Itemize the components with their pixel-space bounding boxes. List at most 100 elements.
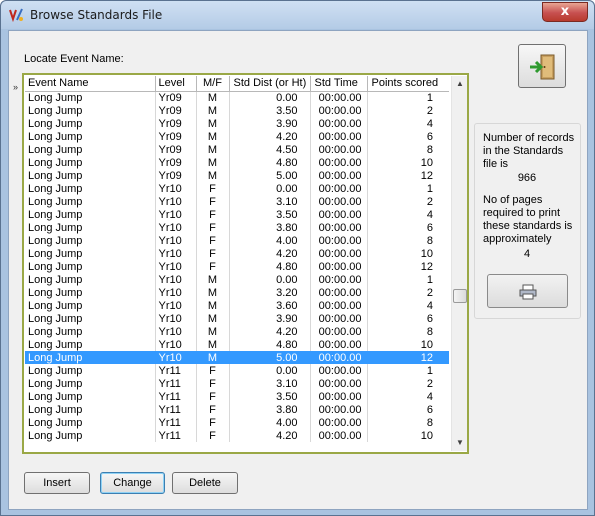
table-row[interactable]: Long Jump Yr10 F 3.50 00:00.00 4	[25, 208, 449, 221]
cell-std-dist[interactable]: 4.80	[228, 260, 310, 273]
cell-points-scored[interactable]: 4	[366, 208, 449, 221]
change-button[interactable]: Change	[100, 472, 165, 494]
scroll-down-arrow-icon[interactable]: ▼	[452, 435, 468, 451]
cell-event-name[interactable]: Long Jump	[25, 364, 155, 377]
cell-points-scored[interactable]: 10	[366, 156, 449, 169]
cell-level[interactable]: Yr10	[154, 195, 196, 208]
cell-points-scored[interactable]: 10	[366, 429, 449, 442]
cell-points-scored[interactable]: 6	[366, 130, 449, 143]
cell-std-dist[interactable]: 4.50	[228, 143, 310, 156]
cell-std-dist[interactable]: 5.00	[228, 351, 310, 364]
cell-std-time[interactable]: 00:00.00	[309, 273, 367, 286]
cell-mf[interactable]: M	[195, 156, 229, 169]
cell-std-time[interactable]: 00:00.00	[309, 377, 367, 390]
cell-std-dist[interactable]: 3.50	[228, 208, 310, 221]
cell-points-scored[interactable]: 2	[366, 377, 449, 390]
cell-std-time[interactable]: 00:00.00	[309, 234, 367, 247]
cell-std-time[interactable]: 00:00.00	[309, 325, 367, 338]
cell-std-dist[interactable]: 3.90	[228, 312, 310, 325]
table-row[interactable]: Long Jump Yr10 M 4.80 00:00.00 10	[25, 338, 449, 351]
cell-mf[interactable]: F	[195, 429, 229, 442]
cell-std-dist[interactable]: 4.00	[228, 234, 310, 247]
cell-event-name[interactable]: Long Jump	[25, 260, 155, 273]
cell-std-time[interactable]: 00:00.00	[309, 403, 367, 416]
cell-std-time[interactable]: 00:00.00	[309, 143, 367, 156]
cell-points-scored[interactable]: 12	[366, 260, 449, 273]
column-header-mf[interactable]: M/F	[195, 76, 229, 92]
cell-mf[interactable]: M	[195, 351, 229, 364]
cell-level[interactable]: Yr10	[154, 299, 196, 312]
cell-level[interactable]: Yr10	[154, 286, 196, 299]
cell-points-scored[interactable]: 1	[366, 273, 449, 286]
cell-event-name[interactable]: Long Jump	[25, 299, 155, 312]
cell-std-time[interactable]: 00:00.00	[309, 104, 367, 117]
delete-button[interactable]: Delete	[172, 472, 238, 494]
table-row[interactable]: Long Jump Yr11 F 0.00 00:00.00 1	[25, 364, 449, 377]
cell-std-dist[interactable]: 0.00	[228, 182, 310, 195]
cell-std-dist[interactable]: 4.20	[228, 130, 310, 143]
column-header-event-name[interactable]: Event Name	[25, 76, 155, 92]
cell-event-name[interactable]: Long Jump	[25, 195, 155, 208]
cell-points-scored[interactable]: 12	[366, 169, 449, 182]
cell-std-dist[interactable]: 3.50	[228, 104, 310, 117]
cell-std-time[interactable]: 00:00.00	[309, 299, 367, 312]
cell-mf[interactable]: M	[195, 312, 229, 325]
cell-mf[interactable]: M	[195, 91, 229, 104]
cell-std-dist[interactable]: 3.80	[228, 221, 310, 234]
cell-std-time[interactable]: 00:00.00	[309, 182, 367, 195]
cell-mf[interactable]: F	[195, 377, 229, 390]
print-button[interactable]	[487, 274, 568, 308]
column-header-std-time[interactable]: Std Time	[309, 76, 367, 92]
cell-mf[interactable]: M	[195, 325, 229, 338]
cell-std-time[interactable]: 00:00.00	[309, 390, 367, 403]
close-button[interactable]: x	[542, 2, 588, 22]
cell-event-name[interactable]: Long Jump	[25, 117, 155, 130]
cell-event-name[interactable]: Long Jump	[25, 221, 155, 234]
table-row[interactable]: Long Jump Yr10 F 4.00 00:00.00 8	[25, 234, 449, 247]
cell-points-scored[interactable]: 1	[366, 182, 449, 195]
cell-std-time[interactable]: 00:00.00	[309, 429, 367, 442]
cell-level[interactable]: Yr10	[154, 273, 196, 286]
table-row[interactable]: Long Jump Yr10 F 4.80 00:00.00 12	[25, 260, 449, 273]
table-row[interactable]: Long Jump Yr10 M 3.20 00:00.00 2	[25, 286, 449, 299]
cell-mf[interactable]: M	[195, 169, 229, 182]
cell-event-name[interactable]: Long Jump	[25, 377, 155, 390]
table-row[interactable]: Long Jump Yr11 F 3.80 00:00.00 6	[25, 403, 449, 416]
cell-points-scored[interactable]: 10	[366, 338, 449, 351]
cell-event-name[interactable]: Long Jump	[25, 429, 155, 442]
table-row[interactable]: Long Jump Yr10 M 5.00 00:00.00 12	[25, 351, 449, 364]
cell-level[interactable]: Yr10	[154, 260, 196, 273]
cell-std-dist[interactable]: 3.10	[228, 377, 310, 390]
cell-level[interactable]: Yr09	[154, 117, 196, 130]
cell-mf[interactable]: M	[195, 130, 229, 143]
table-row[interactable]: Long Jump Yr10 M 3.90 00:00.00 6	[25, 312, 449, 325]
cell-std-time[interactable]: 00:00.00	[309, 351, 367, 364]
cell-points-scored[interactable]: 6	[366, 221, 449, 234]
table-row[interactable]: Long Jump Yr09 M 5.00 00:00.00 12	[25, 169, 449, 182]
cell-std-dist[interactable]: 0.00	[228, 91, 310, 104]
table-row[interactable]: Long Jump Yr09 M 3.90 00:00.00 4	[25, 117, 449, 130]
cell-points-scored[interactable]: 2	[366, 195, 449, 208]
insert-button[interactable]: Insert	[24, 472, 90, 494]
cell-std-dist[interactable]: 3.60	[228, 299, 310, 312]
table-row[interactable]: Long Jump Yr10 F 4.20 00:00.00 10	[25, 247, 449, 260]
table-row[interactable]: Long Jump Yr09 M 0.00 00:00.00 1	[25, 91, 449, 104]
cell-std-time[interactable]: 00:00.00	[309, 91, 367, 104]
cell-level[interactable]: Yr11	[154, 364, 196, 377]
cell-std-time[interactable]: 00:00.00	[309, 195, 367, 208]
cell-mf[interactable]: F	[195, 403, 229, 416]
cell-std-time[interactable]: 00:00.00	[309, 260, 367, 273]
cell-std-time[interactable]: 00:00.00	[309, 156, 367, 169]
cell-points-scored[interactable]: 2	[366, 104, 449, 117]
cell-std-dist[interactable]: 3.20	[228, 286, 310, 299]
cell-level[interactable]: Yr09	[154, 104, 196, 117]
cell-mf[interactable]: M	[195, 338, 229, 351]
cell-mf[interactable]: F	[195, 221, 229, 234]
cell-points-scored[interactable]: 2	[366, 286, 449, 299]
cell-std-dist[interactable]: 0.00	[228, 364, 310, 377]
cell-event-name[interactable]: Long Jump	[25, 182, 155, 195]
exit-button[interactable]	[518, 44, 566, 88]
column-header-level[interactable]: Level	[154, 76, 196, 92]
cell-event-name[interactable]: Long Jump	[25, 273, 155, 286]
cell-points-scored[interactable]: 1	[366, 364, 449, 377]
